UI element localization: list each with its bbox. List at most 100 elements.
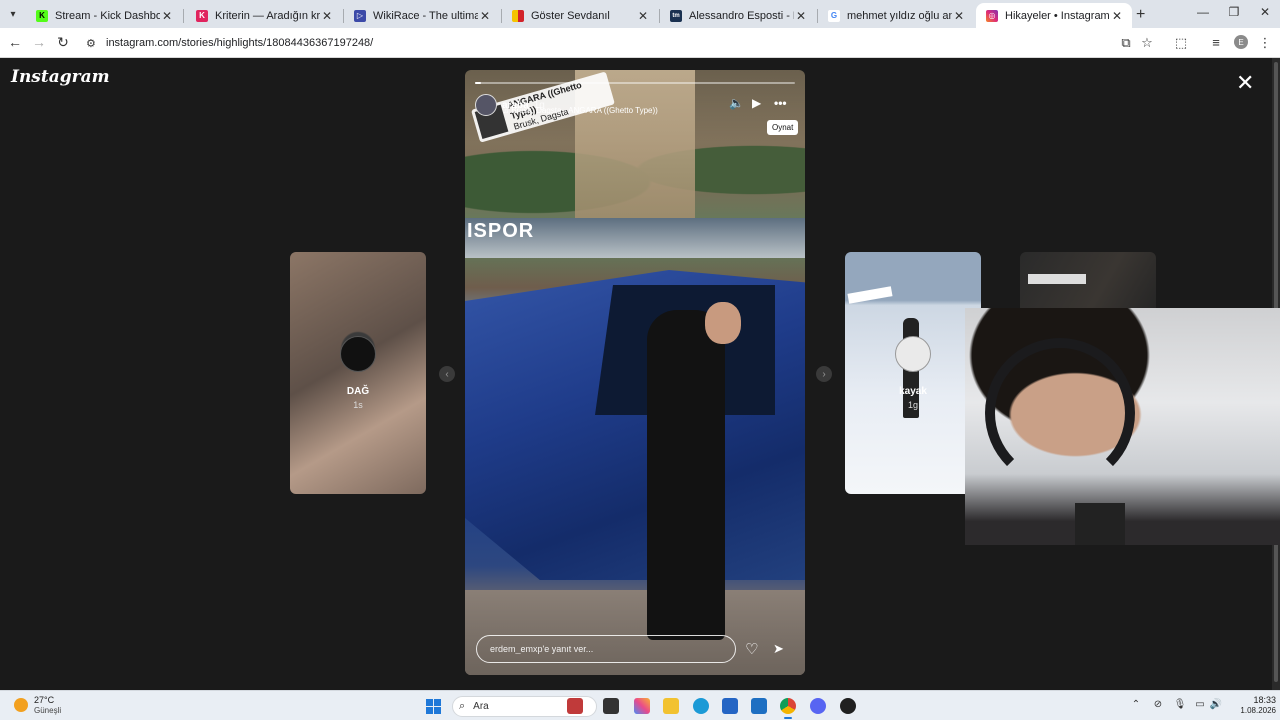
story-progress-bar: [475, 82, 795, 84]
extensions-icon[interactable]: ⬚: [1172, 35, 1190, 51]
send-icon[interactable]: ➤: [773, 641, 784, 657]
next-highlight-preview[interactable]: kayak 1g: [845, 252, 981, 494]
highlight-name: DAĞ: [346, 386, 370, 397]
menu-kebab-icon[interactable]: ⋮: [1256, 35, 1274, 51]
site-info-icon[interactable]: ⚙: [86, 37, 100, 50]
tab-goster-sevdanil[interactable]: Göster Sevdanıl ✕: [502, 3, 658, 28]
tab-title: Kriterin — Aradığın kriterlere k...: [215, 9, 320, 22]
story-scene-person: [647, 310, 725, 640]
weather-desc[interactable]: Güneşli: [34, 706, 61, 715]
far-highlight-preview[interactable]: [1020, 252, 1156, 314]
highlight-avatar: [895, 335, 931, 372]
media-controls-icon[interactable]: ≡: [1207, 35, 1225, 50]
store-icon[interactable]: [722, 698, 738, 714]
play-icon[interactable]: ▶: [752, 96, 761, 110]
mail-icon[interactable]: [751, 698, 767, 714]
edge-icon[interactable]: [693, 698, 709, 714]
close-viewer-icon[interactable]: ✕: [1236, 70, 1254, 96]
prev-highlight-preview[interactable]: DAĞ 1s: [290, 252, 426, 494]
tab-search-icon[interactable]: ▾: [5, 6, 21, 22]
clock-time[interactable]: 18:33: [1236, 695, 1276, 705]
tab-kick-dashboard[interactable]: K Stream - Kick Dashboard ✕: [26, 3, 182, 28]
network-icon[interactable]: ⊘: [1151, 699, 1165, 710]
volume-icon[interactable]: 🔊: [1209, 699, 1223, 710]
task-view-icon[interactable]: [603, 698, 619, 714]
webcam-headset: [985, 338, 1135, 488]
browser-toolbar: ← → ↻ ⚙ instagram.com/stories/highlights…: [0, 28, 1280, 58]
google-icon: G: [828, 9, 840, 22]
close-tab-icon[interactable]: ✕: [320, 9, 334, 23]
tab-title: WikiRace - The ultimative Wikip...: [373, 9, 478, 22]
story-scene-sign: ISPOR: [467, 220, 535, 242]
chrome-icon[interactable]: [780, 698, 796, 719]
restore-icon[interactable]: ❐: [1219, 5, 1249, 19]
tab-google-search[interactable]: G mehmet yıldız oğlu ankaragücü ✕: [818, 3, 974, 28]
reply-input[interactable]: [476, 635, 736, 663]
address-url[interactable]: instagram.com/stories/highlights/1808443…: [106, 37, 373, 49]
obs-icon[interactable]: [840, 698, 856, 714]
close-tab-icon[interactable]: ✕: [636, 9, 650, 23]
tab-title: Hikayeler • Instagram: [1005, 9, 1110, 22]
forward-icon[interactable]: →: [29, 34, 49, 50]
play-tooltip: Oynat: [767, 120, 799, 135]
instagram-logo[interactable]: Instagram: [11, 67, 110, 87]
window-close-icon[interactable]: ✕: [1250, 5, 1280, 19]
windows-start-icon[interactable]: [426, 699, 441, 714]
tab-strip: ▾ K Stream - Kick Dashboard ✕ K Kriterin…: [0, 0, 1280, 28]
back-icon[interactable]: ←: [5, 34, 25, 50]
reload-icon[interactable]: ↻: [53, 34, 73, 51]
transfermarkt-icon: tm: [670, 9, 682, 22]
close-tab-icon[interactable]: ✕: [952, 9, 966, 23]
display-icon[interactable]: ▭: [1193, 699, 1207, 710]
kick-icon: K: [36, 9, 48, 22]
tray-overflow-icon[interactable]: ⌃: [1129, 699, 1143, 710]
next-story-arrow-icon[interactable]: ›: [816, 366, 832, 382]
tab-instagram[interactable]: ◎ Hikayeler • Instagram ✕: [976, 3, 1132, 28]
taskbar-search-placeholder: Ara: [473, 701, 489, 712]
address-bar[interactable]: ⚙ instagram.com/stories/highlights/18084…: [80, 31, 1110, 55]
wikirace-icon: ▷: [354, 9, 366, 22]
search-highlight-icon[interactable]: [567, 698, 583, 714]
tab-divider: [183, 9, 184, 23]
minimize-icon[interactable]: —: [1188, 5, 1218, 19]
highlight-time: 1s: [353, 400, 363, 410]
search-icon: ⌕: [459, 700, 466, 712]
story-progress-fill: [475, 82, 482, 84]
weather-sun-icon[interactable]: [14, 698, 28, 712]
webcam-microphone: [1075, 503, 1125, 545]
close-tab-icon[interactable]: ✕: [794, 9, 808, 23]
clock-date[interactable]: 1.08.2026: [1226, 706, 1276, 715]
highlight-time: 1g: [907, 400, 918, 410]
tab-title: mehmet yıldız oğlu ankaragücü: [847, 9, 952, 22]
tab-kriterin[interactable]: K Kriterin — Aradığın kriterlere k... ✕: [186, 3, 342, 28]
close-tab-icon[interactable]: ✕: [160, 9, 174, 23]
tab-title: Stream - Kick Dashboard: [55, 9, 160, 22]
weather-temp[interactable]: 27°C: [34, 695, 54, 705]
tab-title: Göster Sevdanıl: [531, 9, 610, 22]
prev-story-arrow-icon[interactable]: ‹: [439, 366, 455, 382]
copilot-icon[interactable]: [634, 698, 650, 714]
more-options-icon[interactable]: •••: [774, 96, 787, 110]
file-explorer-icon[interactable]: [663, 698, 679, 714]
tab-wikirace[interactable]: ▷ WikiRace - The ultimative Wikip... ✕: [344, 3, 500, 28]
highlight-sticker: [847, 286, 893, 304]
new-tab-icon[interactable]: +: [1136, 6, 1145, 24]
close-tab-icon[interactable]: ✕: [478, 9, 492, 23]
mute-icon[interactable]: 🔈: [729, 96, 744, 110]
story-user-avatar[interactable]: [475, 94, 497, 116]
microphone-icon[interactable]: 🎙: [1173, 699, 1187, 710]
instagram-icon: ◎: [986, 9, 998, 22]
install-app-icon[interactable]: ⧉: [1117, 35, 1135, 51]
profile-avatar[interactable]: E: [1234, 35, 1248, 49]
story-music-line[interactable]: ♫ Brusk, Dagsta · ANGARA ((Ghetto Type)): [503, 106, 658, 115]
highlight-avatar: [340, 335, 376, 372]
bookmark-star-icon[interactable]: ☆: [1138, 35, 1156, 51]
like-heart-icon[interactable]: ♡: [745, 640, 758, 658]
webcam-overlay: [965, 308, 1280, 545]
story-media[interactable]: ISPOR ANGARA ((Ghetto Type)) Brusk, Dags…: [465, 70, 805, 675]
close-tab-icon[interactable]: ✕: [1110, 9, 1124, 23]
tab-transfermarkt[interactable]: tm Alessandro Esposti - Player pro... ✕: [660, 3, 816, 28]
highlight-name: kayak: [899, 386, 927, 397]
discord-icon[interactable]: [810, 698, 826, 714]
kriterin-icon: K: [196, 9, 208, 22]
